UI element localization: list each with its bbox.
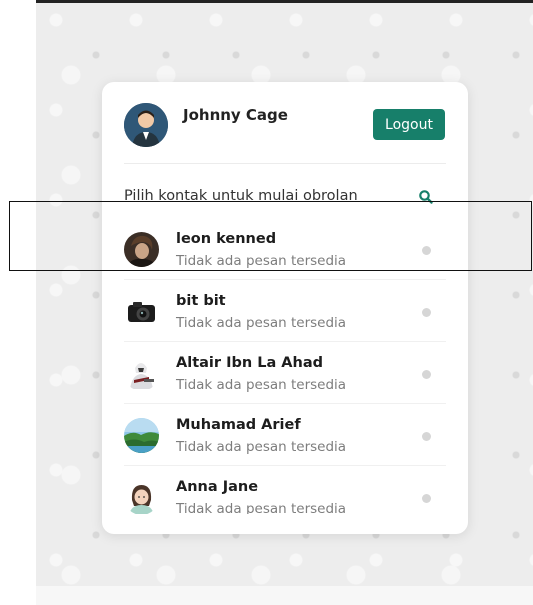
status-dot-icon <box>422 432 431 441</box>
contact-name: Anna Jane <box>176 479 259 495</box>
contact-search[interactable]: Pilih kontak untuk mulai obrolan <box>124 184 446 208</box>
user-avatar <box>124 103 168 147</box>
contact-last-message: Tidak ada pesan tersedia <box>176 253 347 269</box>
contact-last-message: Tidak ada pesan tersedia <box>176 315 347 331</box>
contact-item[interactable]: Muhamad Arief Tidak ada pesan tersedia <box>102 404 468 466</box>
status-dot-icon <box>422 370 431 379</box>
contact-item[interactable]: Altair Ibn La Ahad Tidak ada pesan terse… <box>102 342 468 404</box>
contact-item[interactable]: bit bit Tidak ada pesan tersedia <box>102 280 468 342</box>
contact-avatar <box>124 356 159 391</box>
header-divider <box>124 163 446 164</box>
bottom-edge <box>36 586 533 605</box>
status-dot-icon <box>422 494 431 503</box>
user-name: Johnny Cage <box>183 106 288 124</box>
status-dot-icon <box>422 308 431 317</box>
search-icon[interactable] <box>418 189 434 205</box>
contact-last-message: Tidak ada pesan tersedia <box>176 377 347 393</box>
contact-last-message: Tidak ada pesan tersedia <box>176 501 347 514</box>
search-placeholder: Pilih kontak untuk mulai obrolan <box>124 188 358 204</box>
contact-item[interactable]: leon kenned Tidak ada pesan tersedia <box>102 218 468 280</box>
contact-item[interactable]: Anna Jane Tidak ada pesan tersedia <box>102 466 468 514</box>
contact-avatar <box>124 294 159 329</box>
contact-name: Muhamad Arief <box>176 417 301 433</box>
contact-list: leon kenned Tidak ada pesan tersedia bit… <box>102 218 468 514</box>
contact-avatar <box>124 232 159 267</box>
contact-panel: Johnny Cage Logout Pilih kontak untuk mu… <box>102 82 468 534</box>
contact-name: Altair Ibn La Ahad <box>176 355 324 371</box>
panel-header: Johnny Cage Logout <box>102 82 468 164</box>
contact-name: bit bit <box>176 293 226 309</box>
contact-avatar <box>124 418 159 453</box>
top-edge <box>36 0 533 3</box>
contact-last-message: Tidak ada pesan tersedia <box>176 439 347 455</box>
logout-button[interactable]: Logout <box>373 109 445 140</box>
status-dot-icon <box>422 246 431 255</box>
contact-name: leon kenned <box>176 231 277 247</box>
contact-avatar <box>124 480 159 514</box>
